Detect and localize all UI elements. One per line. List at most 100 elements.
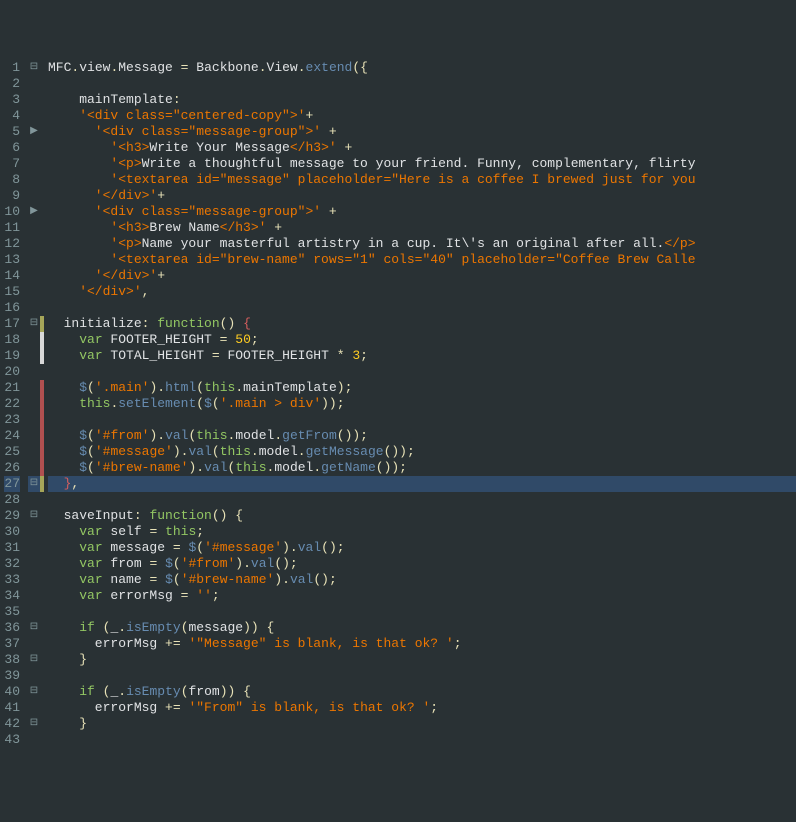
line-number[interactable]: 3 bbox=[4, 92, 20, 108]
code-line[interactable]: var TOTAL_HEIGHT = FOOTER_HEIGHT * 3; bbox=[48, 348, 796, 364]
line-number[interactable]: 17 bbox=[4, 316, 20, 332]
code-line[interactable]: '<div class="message-group">' + bbox=[48, 124, 796, 140]
line-number[interactable]: 14 bbox=[4, 268, 20, 284]
code-line[interactable]: if (_.isEmpty(from)) { bbox=[48, 684, 796, 700]
fold-column[interactable]: ⊟ ▶ ▶ ⊟ ⊟ ⊟ ⊟ ⊟ ⊟ ⊟ bbox=[28, 60, 40, 747]
line-number[interactable]: 43 bbox=[4, 732, 20, 748]
line-number[interactable]: 21 bbox=[4, 380, 20, 396]
line-number[interactable]: 7 bbox=[4, 156, 20, 172]
code-line[interactable]: '<h3>Write Your Message</h3>' + bbox=[48, 140, 796, 156]
fold-marker[interactable]: ▶ bbox=[28, 204, 40, 220]
code-line[interactable]: MFC.view.Message = Backbone.View.extend(… bbox=[48, 60, 796, 76]
line-number[interactable]: 25 bbox=[4, 444, 20, 460]
line-number[interactable]: 30 bbox=[4, 524, 20, 540]
line-number[interactable]: 15 bbox=[4, 284, 20, 300]
fold-marker[interactable]: ⊟ bbox=[28, 316, 40, 332]
fold-marker[interactable]: ▶ bbox=[28, 124, 40, 140]
code-line[interactable]: '</div>', bbox=[48, 284, 796, 300]
line-number[interactable]: 11 bbox=[4, 220, 20, 236]
code-line[interactable] bbox=[48, 492, 796, 508]
line-number[interactable]: 13 bbox=[4, 252, 20, 268]
code-line[interactable]: $('#brew-name').val(this.model.getName()… bbox=[48, 460, 796, 476]
code-line[interactable]: '</div>'+ bbox=[48, 188, 796, 204]
line-number[interactable]: 32 bbox=[4, 556, 20, 572]
code-line[interactable]: $('.main').html(this.mainTemplate); bbox=[48, 380, 796, 396]
fold-marker[interactable]: ⊟ bbox=[28, 60, 40, 76]
code-line[interactable]: this.setElement($('.main > div')); bbox=[48, 396, 796, 412]
code-line[interactable]: errorMsg += '"From" is blank, is that ok… bbox=[48, 700, 796, 716]
line-number[interactable]: 2 bbox=[4, 76, 20, 92]
line-number[interactable]: 23 bbox=[4, 412, 20, 428]
code-line[interactable]: var message = $('#message').val(); bbox=[48, 540, 796, 556]
line-number[interactable]: 10 bbox=[4, 204, 20, 220]
line-number[interactable]: 9 bbox=[4, 188, 20, 204]
line-number[interactable]: 42 bbox=[4, 716, 20, 732]
line-number[interactable]: 35 bbox=[4, 604, 20, 620]
code-line[interactable]: }, bbox=[48, 476, 796, 492]
line-number[interactable]: 26 bbox=[4, 460, 20, 476]
code-line[interactable]: '</div>'+ bbox=[48, 268, 796, 284]
code-line[interactable] bbox=[48, 604, 796, 620]
line-number[interactable]: 22 bbox=[4, 396, 20, 412]
code-line[interactable]: var name = $('#brew-name').val(); bbox=[48, 572, 796, 588]
line-number[interactable]: 4 bbox=[4, 108, 20, 124]
line-number[interactable]: 37 bbox=[4, 636, 20, 652]
line-number[interactable]: 12 bbox=[4, 236, 20, 252]
line-number[interactable]: 27 bbox=[4, 476, 20, 492]
fold-marker[interactable]: ⊟ bbox=[28, 508, 40, 524]
code-line[interactable] bbox=[48, 364, 796, 380]
code-line[interactable]: } bbox=[48, 652, 796, 668]
code-line[interactable]: '<p>Name your masterful artistry in a cu… bbox=[48, 236, 796, 252]
code-line[interactable]: var self = this; bbox=[48, 524, 796, 540]
line-number[interactable]: 28 bbox=[4, 492, 20, 508]
line-number[interactable]: 31 bbox=[4, 540, 20, 556]
line-number[interactable]: 29 bbox=[4, 508, 20, 524]
code-line[interactable]: } bbox=[48, 716, 796, 732]
code-line[interactable]: '<textarea id="brew-name" rows="1" cols=… bbox=[48, 252, 796, 268]
code-editor[interactable]: 1234567891011121314151617181920212223242… bbox=[0, 60, 796, 747]
line-number[interactable]: 6 bbox=[4, 140, 20, 156]
line-number[interactable]: 38 bbox=[4, 652, 20, 668]
code-line[interactable]: initialize: function() { bbox=[48, 316, 796, 332]
code-line[interactable]: var from = $('#from').val(); bbox=[48, 556, 796, 572]
line-number[interactable]: 1 bbox=[4, 60, 20, 76]
line-number[interactable]: 19 bbox=[4, 348, 20, 364]
line-number-gutter[interactable]: 1234567891011121314151617181920212223242… bbox=[0, 60, 28, 747]
line-number[interactable]: 40 bbox=[4, 684, 20, 700]
code-line[interactable] bbox=[48, 300, 796, 316]
line-number[interactable]: 8 bbox=[4, 172, 20, 188]
code-line[interactable]: '<textarea id="message" placeholder="Her… bbox=[48, 172, 796, 188]
line-number[interactable]: 39 bbox=[4, 668, 20, 684]
line-number[interactable]: 18 bbox=[4, 332, 20, 348]
line-number[interactable]: 36 bbox=[4, 620, 20, 636]
line-number[interactable]: 24 bbox=[4, 428, 20, 444]
code-line[interactable]: '<div class="centered-copy">'+ bbox=[48, 108, 796, 124]
code-area[interactable]: MFC.view.Message = Backbone.View.extend(… bbox=[44, 60, 796, 747]
code-line[interactable]: '<div class="message-group">' + bbox=[48, 204, 796, 220]
code-line[interactable]: '<p>Write a thoughtful message to your f… bbox=[48, 156, 796, 172]
code-line[interactable]: mainTemplate: bbox=[48, 92, 796, 108]
fold-marker[interactable]: ⊟ bbox=[28, 684, 40, 700]
code-line[interactable]: var FOOTER_HEIGHT = 50; bbox=[48, 332, 796, 348]
line-number[interactable]: 5 bbox=[4, 124, 20, 140]
fold-marker[interactable]: ⊟ bbox=[28, 716, 40, 732]
fold-marker[interactable]: ⊟ bbox=[28, 620, 40, 636]
code-line[interactable] bbox=[48, 668, 796, 684]
fold-marker[interactable]: ⊟ bbox=[28, 652, 40, 668]
line-number[interactable]: 41 bbox=[4, 700, 20, 716]
code-line[interactable]: $('#from').val(this.model.getFrom()); bbox=[48, 428, 796, 444]
code-line[interactable]: '<h3>Brew Name</h3>' + bbox=[48, 220, 796, 236]
code-line[interactable]: saveInput: function() { bbox=[48, 508, 796, 524]
code-line[interactable] bbox=[48, 76, 796, 92]
code-line[interactable] bbox=[48, 412, 796, 428]
line-number[interactable]: 33 bbox=[4, 572, 20, 588]
code-line[interactable]: if (_.isEmpty(message)) { bbox=[48, 620, 796, 636]
fold-marker[interactable]: ⊟ bbox=[28, 476, 40, 492]
code-line[interactable]: $('#message').val(this.model.getMessage(… bbox=[48, 444, 796, 460]
code-line[interactable] bbox=[48, 732, 796, 747]
code-line[interactable]: var errorMsg = ''; bbox=[48, 588, 796, 604]
line-number[interactable]: 34 bbox=[4, 588, 20, 604]
line-number[interactable]: 20 bbox=[4, 364, 20, 380]
line-number[interactable]: 16 bbox=[4, 300, 20, 316]
code-line[interactable]: errorMsg += '"Message" is blank, is that… bbox=[48, 636, 796, 652]
